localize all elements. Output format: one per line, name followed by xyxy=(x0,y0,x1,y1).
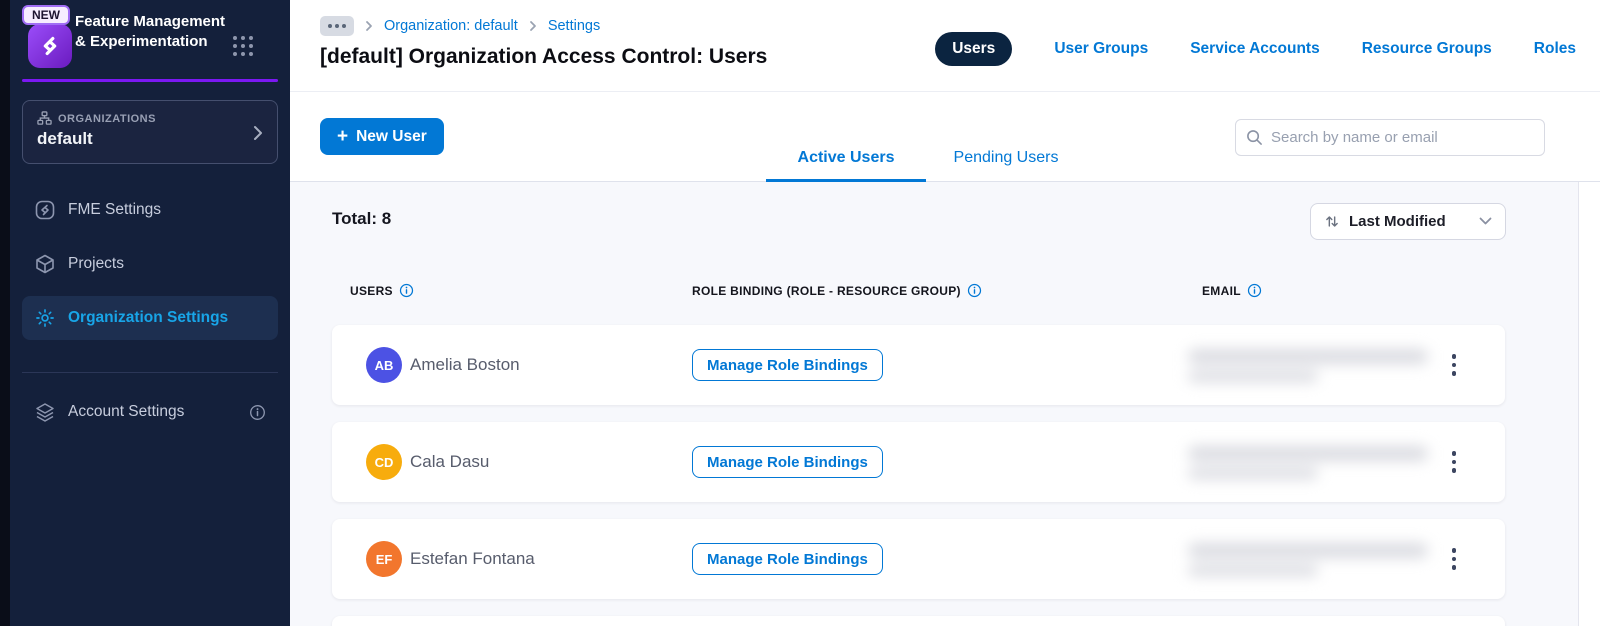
breadcrumb-link-settings[interactable]: Settings xyxy=(548,18,600,34)
redacted-email xyxy=(1188,341,1438,389)
search-box xyxy=(1235,119,1545,156)
access-control-tabs: Users User Groups Service Accounts Resou… xyxy=(935,32,1576,66)
breadcrumb-ellipsis-icon[interactable] xyxy=(320,16,354,36)
org-selector-label: ORGANIZATIONS xyxy=(58,112,156,125)
toolbar: + New User Active Users Pending Users xyxy=(290,93,1600,182)
sidebar-nav: FME Settings Projects Organization Setti… xyxy=(22,188,278,350)
row-menu-kebab-icon[interactable] xyxy=(1440,541,1468,577)
product-title: Feature Management & Experimentation xyxy=(75,13,226,50)
total-count: Total: 8 xyxy=(332,209,392,228)
breadcrumb: Organization: default Settings xyxy=(320,16,600,36)
main-area: Organization: default Settings [default]… xyxy=(290,0,1600,626)
sidebar-item-label: Projects xyxy=(68,255,124,272)
avatar: AB xyxy=(366,347,402,383)
tab-roles[interactable]: Roles xyxy=(1534,40,1576,58)
search-icon xyxy=(1247,130,1262,145)
avatar: CD xyxy=(366,444,402,480)
tab-service-accounts[interactable]: Service Accounts xyxy=(1190,40,1320,58)
manage-role-bindings-button[interactable]: Manage Role Bindings xyxy=(692,543,883,575)
tab-pending-users[interactable]: Pending Users xyxy=(926,93,1086,181)
manage-role-bindings-button[interactable]: Manage Role Bindings xyxy=(692,446,883,478)
tab-user-groups[interactable]: User Groups xyxy=(1054,40,1148,58)
sidebar-header: NEW Feature Management & Experimentation xyxy=(10,0,290,82)
sidebar-nav-bottom: Account Settings xyxy=(22,390,278,444)
user-name: Cala Dasu xyxy=(410,452,490,471)
new-badge: NEW xyxy=(22,5,70,25)
chevron-right-icon xyxy=(366,21,372,31)
search-input[interactable] xyxy=(1271,129,1534,146)
sort-arrows-icon xyxy=(1326,216,1338,227)
layers-icon xyxy=(36,403,54,422)
left-edge-strip xyxy=(0,0,10,626)
page-title: [default] Organization Access Control: U… xyxy=(320,45,768,68)
tab-resource-groups[interactable]: Resource Groups xyxy=(1362,40,1492,58)
avatar: EF xyxy=(366,541,402,577)
sidebar-item-organization-settings[interactable]: Organization Settings xyxy=(22,296,278,340)
chevron-right-icon xyxy=(529,21,536,31)
column-header-email: EMAIL xyxy=(1202,283,1262,298)
user-state-tabs: Active Users Pending Users xyxy=(766,93,1086,182)
sidebar-item-projects[interactable]: Projects xyxy=(22,242,278,286)
tab-users[interactable]: Users xyxy=(935,32,1013,66)
gear-icon xyxy=(36,309,54,327)
fme-logo-icon xyxy=(28,24,72,68)
table-row: AB Amelia Boston Manage Role Bindings xyxy=(332,325,1505,405)
info-icon[interactable] xyxy=(967,283,982,298)
sort-dropdown-value: Last Modified xyxy=(1349,213,1446,230)
sidebar: NEW Feature Management & Experimentation… xyxy=(10,0,290,626)
org-hierarchy-icon xyxy=(37,111,52,125)
sort-dropdown[interactable]: Last Modified xyxy=(1310,203,1506,240)
new-user-button[interactable]: + New User xyxy=(320,118,444,155)
sidebar-item-label: Organization Settings xyxy=(68,309,229,326)
app-grid-icon[interactable] xyxy=(233,36,255,58)
row-menu-kebab-icon[interactable] xyxy=(1440,444,1468,480)
table-header-row: USERS ROLE BINDING (ROLE - RESOURCE GROU… xyxy=(290,283,1578,299)
sidebar-divider xyxy=(22,372,278,373)
sidebar-item-label: Account Settings xyxy=(68,403,185,420)
info-icon[interactable] xyxy=(249,404,266,421)
redacted-email xyxy=(1188,535,1438,583)
sidebar-item-label: FME Settings xyxy=(68,201,162,218)
table-row: EF Estefan Fontana Manage Role Bindings xyxy=(332,519,1505,599)
cube-icon xyxy=(36,254,54,274)
chevron-right-icon xyxy=(254,126,262,140)
column-header-users: USERS xyxy=(350,283,414,298)
plus-icon: + xyxy=(337,126,349,147)
users-content: Total: 8 Last Modified USERS ROLE BINDIN… xyxy=(290,182,1578,626)
tab-active-users[interactable]: Active Users xyxy=(766,93,926,182)
user-name: Estefan Fontana xyxy=(410,549,535,568)
manage-role-bindings-button[interactable]: Manage Role Bindings xyxy=(692,349,883,381)
fme-logo-mark-icon xyxy=(43,36,57,56)
redacted-email xyxy=(1188,438,1438,486)
accent-divider xyxy=(22,79,278,82)
fme-settings-icon xyxy=(35,200,55,220)
breadcrumb-link-organization[interactable]: Organization: default xyxy=(384,18,518,34)
org-selector-value: default xyxy=(37,129,93,148)
sidebar-item-account-settings[interactable]: Account Settings xyxy=(22,390,278,434)
organization-selector[interactable]: ORGANIZATIONS default xyxy=(22,100,278,164)
info-icon[interactable] xyxy=(1247,283,1262,298)
row-menu-kebab-icon[interactable] xyxy=(1440,347,1468,383)
info-icon[interactable] xyxy=(399,283,414,298)
right-gutter xyxy=(1578,182,1600,626)
user-name: Amelia Boston xyxy=(410,355,520,374)
page-header: Organization: default Settings [default]… xyxy=(290,0,1600,92)
column-header-role-binding: ROLE BINDING (ROLE - RESOURCE GROUP) xyxy=(692,283,982,298)
table-row-partial xyxy=(332,616,1505,626)
table-row: CD Cala Dasu Manage Role Bindings xyxy=(332,422,1505,502)
chevron-down-icon xyxy=(1479,217,1492,225)
new-user-button-label: New User xyxy=(356,127,427,145)
sidebar-item-fme-settings[interactable]: FME Settings xyxy=(22,188,278,232)
